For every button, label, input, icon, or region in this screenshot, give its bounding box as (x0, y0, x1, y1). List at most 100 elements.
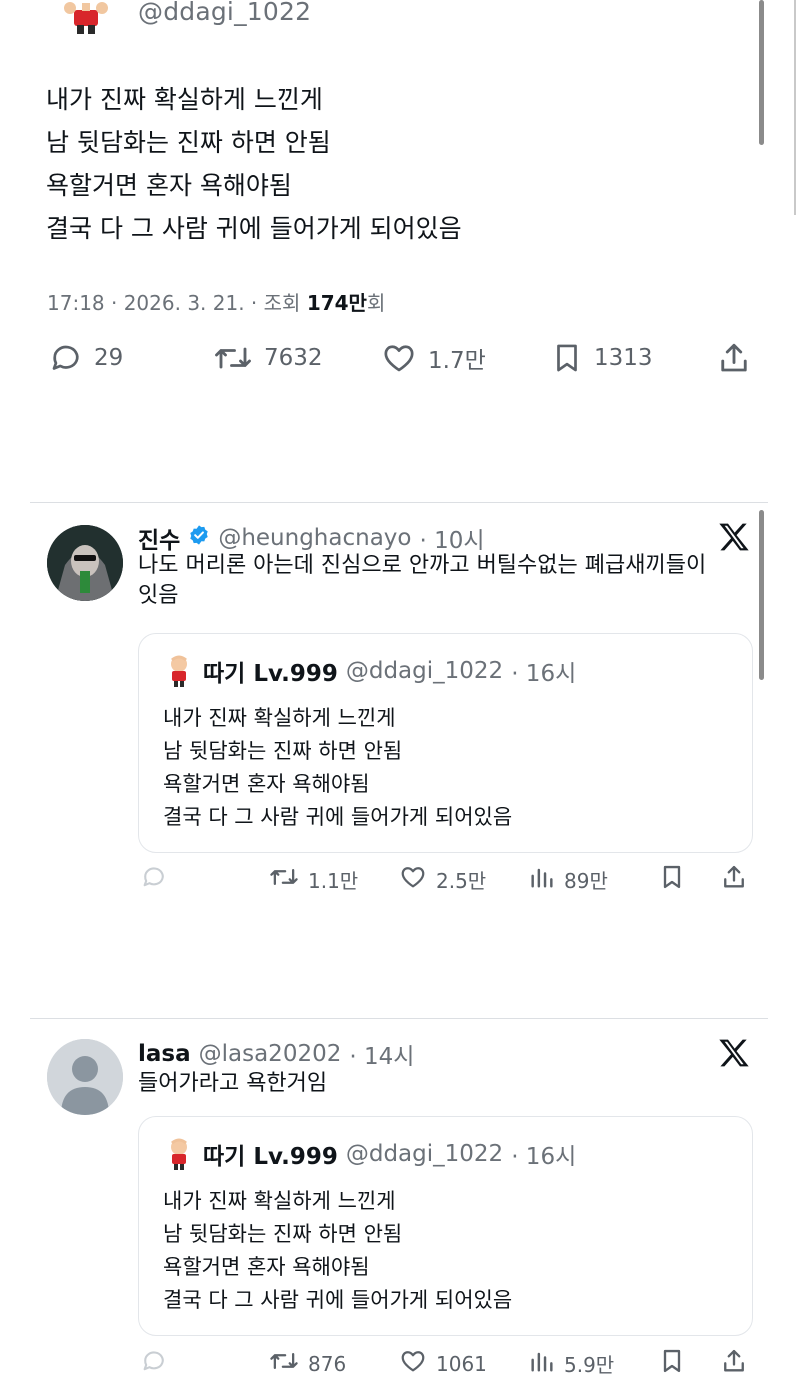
reply-actions: 1.1만 2.5만 89만 (0, 863, 800, 903)
bookmark-icon (658, 863, 686, 896)
bookmark-icon (550, 340, 584, 376)
quoted-tweet[interactable]: 따기 Lv.999 @ddagi_1022 · 16시 내가 진짜 확실하게 느… (138, 1116, 753, 1336)
retweet-button[interactable]: 7632 (212, 340, 323, 376)
tweet-line: 남 뒷담화는 진짜 하면 안됨 (46, 128, 331, 157)
quoted-line: 남 뒷담화는 진짜 하면 안됨 (163, 1222, 403, 1246)
speech-bubble-icon (48, 340, 84, 376)
view-suffix: 회 (366, 291, 386, 315)
quoted-line: 내가 진짜 확실하게 느낀게 (163, 706, 396, 730)
share-icon (720, 1347, 748, 1380)
reply-text: 들어가라고 욕한거임 (138, 1069, 327, 1099)
user-handle[interactable]: @lasa20202 (199, 1041, 342, 1067)
share-button[interactable] (716, 340, 752, 376)
post-time[interactable]: · 14시 (349, 1037, 414, 1071)
share-button[interactable] (720, 863, 748, 896)
quoted-line: 욕할거면 혼자 욕해야됨 (163, 1255, 370, 1279)
tweet-actions: 29 7632 1.7만 1313 (0, 340, 800, 390)
tweet-line: 결국 다 그 사람 귀에 들어가게 되어있음 (46, 214, 462, 243)
tweet-text: 내가 진짜 확실하게 느낀게 남 뒷담화는 진짜 하면 안됨 욕할거면 혼자 욕… (46, 78, 462, 250)
display-name[interactable]: 진수 (138, 521, 180, 555)
avatar[interactable] (47, 1039, 123, 1115)
quoted-text: 내가 진짜 확실하게 느낀게 남 뒷담화는 진짜 하면 안됨 욕할거면 혼자 욕… (163, 702, 512, 834)
like-count: 1061 (436, 1351, 487, 1376)
reply-header: 진수 @heunghacnayo · 10시 (138, 521, 485, 555)
bookmark-button[interactable] (658, 1347, 686, 1380)
tweet-line: 욕할거면 혼자 욕해야됨 (46, 171, 292, 200)
reply-line: 들어가라고 욕한거임 (138, 1071, 328, 1096)
main-tweet: @ddagi_1022 내가 진짜 확실하게 느낀게 남 뒷담화는 진짜 하면 … (0, 0, 800, 420)
quoted-handle: @ddagi_1022 (345, 658, 504, 684)
post-time[interactable]: · 10시 (419, 521, 484, 555)
reply-line: 나도 머리론 아는데 진심으로 안까고 버틸수없는 폐급새끼들이 (138, 553, 707, 578)
quoted-tweet[interactable]: 따기 Lv.999 @ddagi_1022 · 16시 내가 진짜 확실하게 느… (138, 633, 753, 853)
like-count: 2.5만 (436, 869, 487, 893)
bar-chart-icon (528, 1347, 556, 1380)
like-count: 1.7만 (428, 348, 486, 374)
quoted-text: 내가 진짜 확실하게 느낀게 남 뒷담화는 진짜 하면 안됨 욕할거면 혼자 욕… (163, 1185, 512, 1317)
bookmark-icon (658, 1347, 686, 1380)
reply-tweet[interactable]: 진수 @heunghacnayo · 10시 나도 머리론 아는데 진심으로 안… (0, 503, 800, 1018)
like-button[interactable]: 1061 (398, 1347, 487, 1380)
retweet-icon (212, 340, 254, 376)
share-icon (720, 863, 748, 896)
quoted-line: 결국 다 그 사람 귀에 들어가게 되어있음 (163, 805, 513, 829)
bar-chart-icon (528, 863, 556, 896)
quoted-name: 따기 Lv.999 (203, 661, 338, 687)
heart-icon (398, 863, 428, 896)
retweet-count: 7632 (264, 345, 323, 371)
quoted-header: 따기 Lv.999 @ddagi_1022 · 16시 (163, 1137, 576, 1171)
quoted-line: 남 뒷담화는 진짜 하면 안됨 (163, 739, 403, 763)
x-logo-icon[interactable] (718, 1038, 750, 1068)
verified-badge-icon (188, 524, 210, 552)
author-handle[interactable]: @ddagi_1022 (138, 0, 311, 26)
views-button[interactable]: 5.9만 (528, 1347, 614, 1380)
reply-header: lasa @lasa20202 · 14시 (138, 1037, 414, 1071)
display-name[interactable]: lasa (138, 1041, 191, 1067)
author-avatar[interactable] (60, 0, 112, 34)
retweet-count: 1.1만 (308, 869, 359, 893)
reply-button[interactable] (140, 863, 168, 896)
retweet-icon (268, 863, 300, 896)
retweet-button[interactable]: 1.1만 (268, 863, 358, 896)
retweet-count: 876 (308, 1351, 347, 1376)
view-count[interactable]: 174만 (307, 291, 367, 315)
quoted-line: 욕할거면 혼자 욕해야됨 (163, 772, 370, 796)
quoted-time: · 16시 (511, 1144, 577, 1170)
heart-icon (398, 1347, 428, 1380)
view-count: 89만 (564, 869, 608, 893)
tweet-meta: 17:18 · 2026. 3. 21. · 조회 174만회 (47, 287, 385, 316)
heart-icon (380, 340, 418, 376)
views-button[interactable]: 89만 (528, 863, 608, 896)
view-count: 5.9만 (564, 1353, 615, 1377)
quoted-time: · 16시 (511, 661, 577, 687)
bookmark-button[interactable] (658, 863, 686, 896)
reply-button[interactable]: 29 (48, 340, 123, 376)
avatar[interactable] (47, 525, 123, 601)
bookmark-count: 1313 (594, 345, 653, 371)
retweet-icon (268, 1347, 300, 1380)
share-button[interactable] (720, 1347, 748, 1380)
x-logo-icon[interactable] (718, 522, 750, 552)
reply-tweet[interactable]: lasa @lasa20202 · 14시 들어가라고 욕한거임 따기 Lv.9… (0, 1019, 800, 1392)
tweet-line: 내가 진짜 확실하게 느낀게 (46, 85, 323, 114)
quoted-handle: @ddagi_1022 (345, 1141, 504, 1167)
quoted-line: 내가 진짜 확실하게 느낀게 (163, 1189, 396, 1213)
speech-bubble-icon (140, 1347, 168, 1380)
speech-bubble-icon (140, 863, 168, 896)
like-button[interactable]: 1.7만 (380, 340, 486, 376)
tweet-timestamp: 17:18 · 2026. 3. 21. · 조회 (47, 291, 307, 315)
reply-button[interactable] (140, 1347, 168, 1380)
bookmark-button[interactable]: 1313 (550, 340, 653, 376)
quoted-avatar (163, 654, 195, 688)
quoted-avatar (163, 1137, 195, 1171)
reply-line: 잇음 (138, 583, 179, 608)
retweet-button[interactable]: 876 (268, 1347, 346, 1380)
reply-text: 나도 머리론 아는데 진심으로 안까고 버틸수없는 폐급새끼들이 잇음 (138, 551, 706, 611)
quoted-name: 따기 Lv.999 (203, 1144, 338, 1170)
quoted-line: 결국 다 그 사람 귀에 들어가게 되어있음 (163, 1288, 513, 1312)
user-handle[interactable]: @heunghacnayo (218, 525, 411, 551)
share-icon (716, 340, 752, 376)
reply-actions: 876 1061 5.9만 (0, 1347, 800, 1387)
reply-count: 29 (94, 345, 124, 371)
like-button[interactable]: 2.5만 (398, 863, 486, 896)
